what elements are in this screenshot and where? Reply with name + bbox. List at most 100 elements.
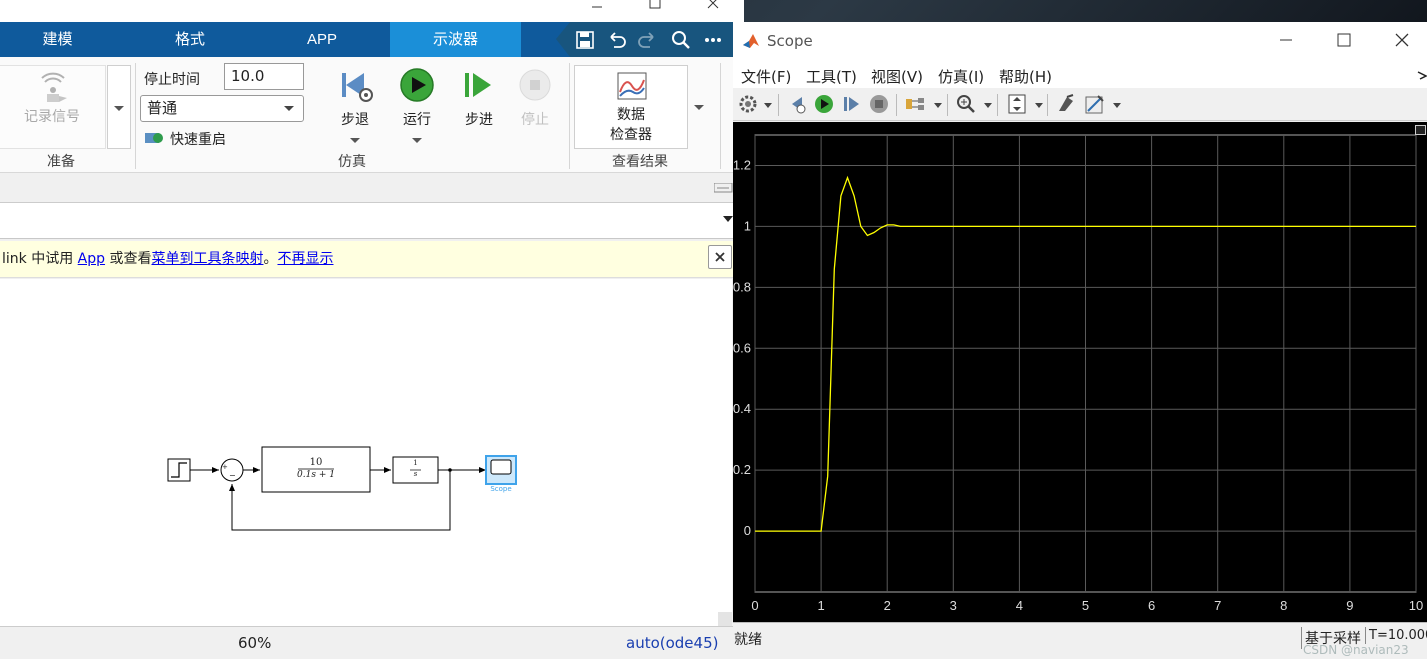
- data-point: [1019, 226, 1020, 227]
- app-link[interactable]: App: [78, 251, 105, 267]
- scope-plot-area[interactable]: 0 1 2 3 4 5 6 7 8 9 10 0 0.2 0.4 0.6 0.8 1 1.2: [733, 122, 1427, 622]
- sum-plus-sign: +: [222, 463, 228, 471]
- data-point: [847, 177, 848, 178]
- keyboard-icon[interactable]: [714, 183, 734, 193]
- step-block[interactable]: [167, 458, 191, 482]
- x-tick-label: 1: [817, 598, 824, 613]
- scope-block[interactable]: [485, 455, 517, 485]
- sum-minus-sign: −: [229, 471, 236, 480]
- scroll-corner: [718, 612, 732, 626]
- run-label: 运行: [403, 112, 431, 128]
- menu-file[interactable]: 文件(F): [741, 66, 791, 87]
- menu-tools[interactable]: 工具(T): [806, 66, 857, 87]
- zoom-level: 60%: [238, 634, 272, 652]
- scope-toolbar: [733, 88, 1427, 121]
- run-button[interactable]: 运行: [391, 63, 443, 153]
- stop-icon[interactable]: [868, 93, 890, 115]
- step-forward-icon[interactable]: [840, 93, 862, 115]
- run-icon: [400, 68, 434, 102]
- toolstrip-collapse-bar: [0, 173, 744, 203]
- more-options-icon[interactable]: [702, 29, 724, 51]
- stop-label: 停止: [521, 112, 549, 128]
- prepare-dropdown[interactable]: [107, 65, 131, 149]
- tab-app[interactable]: APP: [262, 22, 382, 57]
- chevron-down-icon: [284, 106, 294, 111]
- y-tick-label: 1.2: [733, 157, 751, 172]
- solver-link[interactable]: auto(ode45): [626, 634, 718, 652]
- tab-format[interactable]: 格式: [130, 22, 250, 57]
- y-tick-label: 0.2: [733, 462, 751, 477]
- run-icon[interactable]: [813, 93, 835, 115]
- menu-view[interactable]: 视图(V): [871, 66, 923, 87]
- record-signal-label: 记录信号: [24, 109, 80, 125]
- step-back-icon: [342, 73, 373, 102]
- sim-mode-value: 普通: [147, 99, 178, 117]
- undo-icon[interactable]: [606, 29, 628, 51]
- sim-mode-select[interactable]: 普通: [140, 95, 304, 122]
- x-tick-label: 9: [1346, 598, 1353, 613]
- desktop-root: 建模 格式 APP 示波器 记录信号 准备 停止时间 10.0 普通 快速重启 …: [0, 0, 1427, 659]
- step-back-icon[interactable]: [786, 93, 808, 115]
- data-point: [754, 530, 755, 531]
- scope-close-button[interactable]: [1379, 30, 1425, 52]
- search-icon[interactable]: [670, 29, 692, 51]
- data-point: [953, 226, 954, 227]
- data-inspector-button[interactable]: 数据 检查器: [574, 65, 688, 149]
- scope-chart: 0 1 2 3 4 5 6 7 8 9 10 0 0.2 0.4 0.6 0.8 1 1.2: [733, 134, 1423, 613]
- minimize-button[interactable]: [574, 0, 620, 22]
- model-canvas[interactable]: + − 10 0.1s + 1 1 s Scope: [0, 279, 732, 626]
- zoom-in-icon[interactable]: [955, 93, 977, 115]
- settings-gear-icon[interactable]: [737, 93, 759, 115]
- toolbar-separator: [778, 94, 779, 116]
- data-point: [1151, 226, 1152, 227]
- maximize-icon: [1337, 33, 1351, 47]
- menu-help[interactable]: 帮助(H): [999, 66, 1052, 87]
- data-inspector-label-1: 数据: [617, 107, 645, 123]
- simulink-status-bar: 60% auto(ode45): [0, 626, 744, 659]
- scope-window-title: Scope: [767, 32, 813, 50]
- data-point: [873, 232, 874, 233]
- autoscale-icon[interactable]: [1006, 93, 1028, 115]
- menu-simulation[interactable]: 仿真(I): [938, 66, 984, 87]
- close-button[interactable]: [690, 0, 736, 22]
- step-back-button[interactable]: 步退: [330, 63, 380, 153]
- stop-button[interactable]: 停止: [510, 63, 560, 153]
- ribbon-section-simulation: 停止时间 10.0 普通 快速重启 步退 运行 步进 停止 仿真: [136, 57, 568, 173]
- data-inspector-icon: [617, 72, 647, 100]
- undock-axes-icon[interactable]: [1415, 125, 1426, 135]
- step-forward-button[interactable]: 步进: [454, 63, 504, 153]
- simulation-time-indicator: T=10.000: [1365, 627, 1427, 644]
- data-point: [887, 224, 888, 225]
- chevron-down-icon: [1035, 103, 1043, 108]
- close-notification-button[interactable]: [708, 245, 732, 269]
- scope-maximize-button[interactable]: [1321, 30, 1367, 52]
- fast-restart-label[interactable]: 快速重启: [170, 129, 226, 149]
- stop-time-input[interactable]: 10.0: [224, 63, 304, 90]
- data-point: [834, 268, 835, 269]
- tab-modeling[interactable]: 建模: [0, 22, 115, 57]
- chevron-down-icon: [350, 138, 360, 143]
- maximize-button[interactable]: [632, 0, 678, 22]
- record-signal-button[interactable]: 记录信号: [0, 65, 106, 149]
- signal-selector-icon[interactable]: [904, 93, 926, 115]
- y-tick-label: 0.8: [733, 279, 751, 294]
- measurements-icon[interactable]: [1084, 93, 1106, 115]
- toolstrip-map-link[interactable]: 菜单到工具条映射: [151, 251, 263, 267]
- stop-icon: [519, 69, 551, 101]
- redo-icon[interactable]: [636, 29, 658, 51]
- quick-access-toolbar: [556, 22, 744, 57]
- notification-text-prefix: link 中试用: [2, 251, 78, 267]
- results-dropdown[interactable]: [688, 65, 712, 149]
- data-point: [900, 226, 901, 227]
- scope-minimize-button[interactable]: [1263, 30, 1309, 52]
- save-icon[interactable]: [574, 29, 596, 51]
- highlight-simulink-block-icon[interactable]: [1055, 93, 1077, 115]
- step-back-label: 步退: [341, 112, 369, 128]
- dock-arrow-icon[interactable]: [1417, 70, 1427, 80]
- toolbar-separator: [947, 94, 948, 116]
- ribbon-section-results: 数据 检查器 查看结果: [570, 57, 720, 173]
- tab-scope[interactable]: 示波器: [390, 22, 521, 57]
- dont-show-again-link[interactable]: 不再显示: [277, 251, 333, 267]
- scope-titlebar: Scope: [733, 22, 1427, 60]
- data-point: [1349, 226, 1350, 227]
